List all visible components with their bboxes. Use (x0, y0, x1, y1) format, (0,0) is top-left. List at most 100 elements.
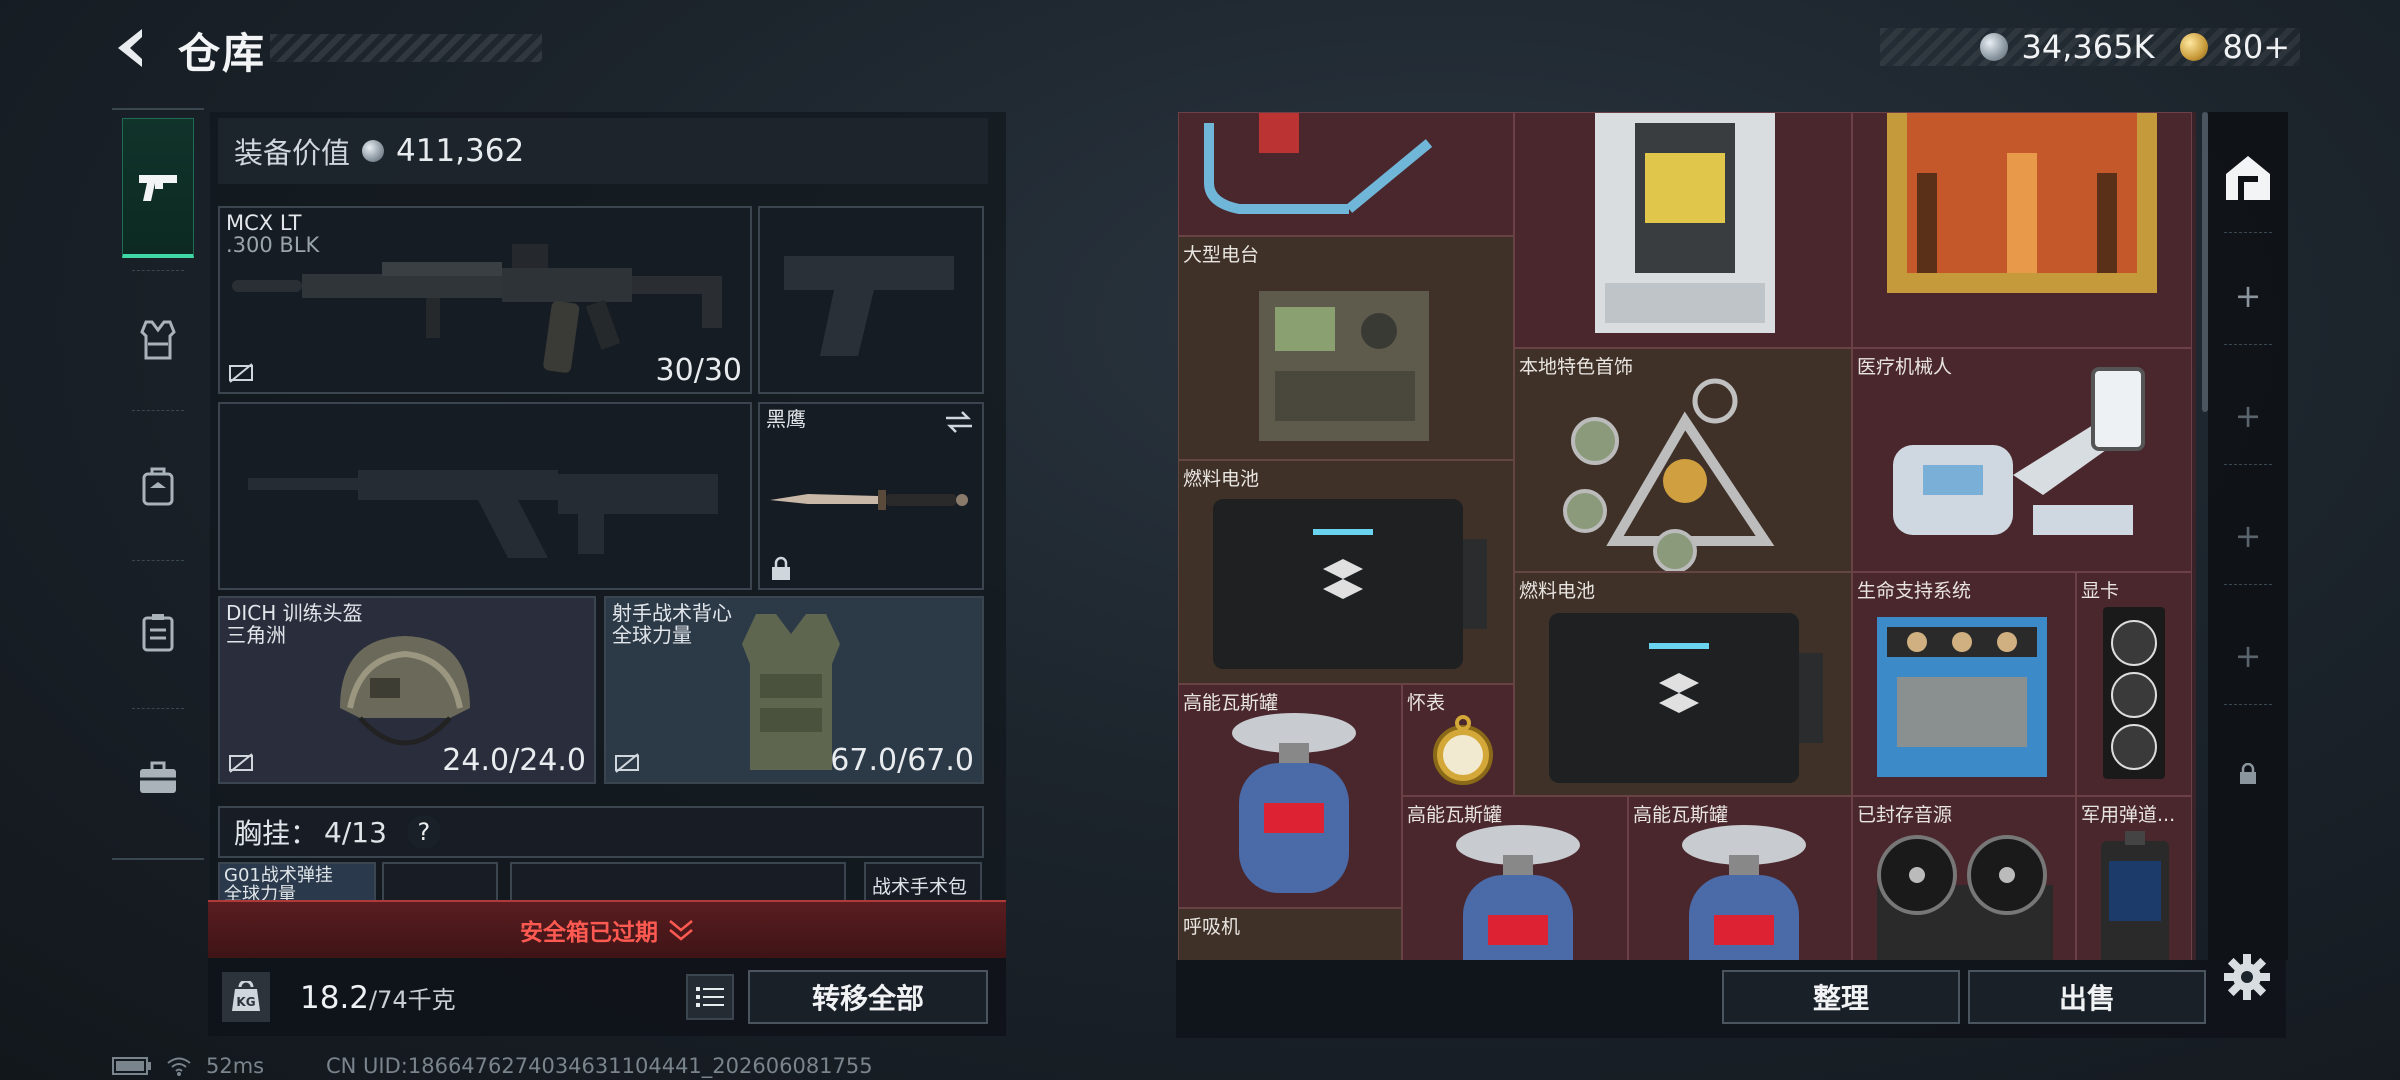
plus-icon: + (2234, 277, 2262, 315)
carry-weight: 18.2/74千克 (300, 980, 456, 1016)
tab-separator (2224, 464, 2272, 465)
no-drop-icon (229, 753, 253, 773)
tab-case[interactable] (122, 562, 194, 702)
item-name: 呼吸机 (1183, 916, 1241, 938)
stash-item[interactable]: 燃料电池 (1178, 460, 1514, 684)
chest-rig-slot[interactable]: G01战术弹挂 全球力量 (218, 862, 376, 904)
safe-box-banner[interactable]: 安全箱已过期 (208, 900, 1006, 958)
sell-button[interactable]: 出售 (1968, 970, 2206, 1024)
stash-item[interactable] (1178, 112, 1514, 236)
list-icon (696, 987, 724, 1007)
tab-separator (132, 560, 184, 561)
stash-item[interactable]: 呼吸机 (1178, 908, 1402, 960)
radio-image (1259, 291, 1429, 441)
gas-canister-image (1682, 825, 1806, 960)
gold-balance: 80+ (2222, 28, 2290, 66)
no-drop-icon (615, 753, 639, 773)
battery-icon (112, 1057, 151, 1075)
back-button[interactable] (110, 25, 156, 71)
item-name: 军用弹道... (2081, 804, 2176, 826)
stash-item[interactable]: 生命支持系统 (1852, 572, 2076, 796)
item-name: 大型电台 (1183, 244, 1260, 266)
armor-durability: 67.0/67.0 (830, 743, 974, 778)
stash-item[interactable] (1852, 112, 2192, 348)
device-image (2101, 831, 2169, 960)
item-name: 显卡 (2081, 580, 2120, 602)
stash-item[interactable]: 已封存音源 (1852, 796, 2076, 960)
ammo-count: 30/30 (655, 353, 742, 388)
stash-tab-add[interactable]: + (2216, 624, 2280, 688)
lock-icon (772, 556, 790, 580)
swap-icon[interactable] (944, 410, 974, 434)
item-name: 已封存音源 (1857, 804, 1953, 826)
settings-button[interactable] (2222, 952, 2272, 1002)
gas-canister-image (1456, 825, 1580, 960)
stash-grid: 大型电台 本地特色首饰 医疗机械人 燃料电池 燃料电池 生命支持系统 显卡 高能… (1178, 112, 2196, 960)
tab-weapons[interactable] (122, 118, 194, 258)
stash-item[interactable]: 本地特色首饰 (1514, 348, 1852, 572)
stash-item[interactable]: 怀表 (1402, 684, 1514, 796)
organize-button[interactable]: 整理 (1722, 970, 1960, 1024)
melee-name: 黑鹰 (766, 407, 806, 431)
stash-tab-locked[interactable] (2216, 742, 2280, 806)
melee-slot[interactable]: 黑鹰 (758, 402, 984, 590)
stash-home-tab[interactable] (2216, 146, 2280, 210)
help-icon[interactable]: ? (406, 815, 441, 849)
stash-page-tabs: + + + + (2208, 112, 2288, 960)
secondary-weapon-slot[interactable] (218, 402, 752, 590)
weight-icon: KG (222, 972, 270, 1022)
armor-slot[interactable]: 射手战术背心 全球力量 67.0/67.0 (604, 596, 984, 784)
armor-faction: 全球力量 (612, 623, 692, 647)
stash-tab-add[interactable]: + (2216, 384, 2280, 448)
stash-item[interactable]: 军用弹道... (2076, 796, 2192, 960)
status-bar: 52ms (112, 1054, 264, 1078)
gear-icon (2224, 954, 2270, 1000)
primary-weapon-slot[interactable]: MCX LT .300 BLK 30/30 (218, 206, 752, 394)
gpu-image (2103, 607, 2165, 779)
stash-tab-add[interactable]: + (2216, 264, 2280, 328)
plus-icon: + (2234, 637, 2262, 675)
stash-item[interactable]: 显卡 (2076, 572, 2192, 796)
stash-item[interactable]: 高能瓦斯罐 (1178, 684, 1402, 908)
silver-balance: 34,365K (2021, 28, 2155, 66)
safe-box-label: 安全箱已过期 (520, 920, 658, 946)
briefcase-icon (140, 761, 176, 793)
lock-icon (2240, 763, 2256, 784)
silver-coin-icon (1979, 33, 2008, 61)
fuel-cell-image (1213, 499, 1487, 669)
tab-briefcase[interactable] (122, 708, 194, 848)
stash-item[interactable]: 高能瓦斯罐 (1402, 796, 1628, 960)
chest-slot-label: 战术手术包 (872, 876, 968, 898)
weight-current: 18.2 (300, 980, 370, 1016)
jewelry-image (1563, 378, 1775, 571)
back-arrow-icon (118, 29, 142, 67)
tab-separator (2224, 232, 2272, 233)
list-view-button[interactable] (686, 974, 734, 1020)
stash-item[interactable]: 医疗机械人 (1852, 348, 2192, 572)
plus-icon: + (2234, 517, 2262, 555)
helmet-slot[interactable]: DICH 训练头盔 三角洲 24.0/24.0 (218, 596, 596, 784)
stash-tab-add[interactable]: + (2216, 504, 2280, 568)
stash-item[interactable]: 燃料电池 (1514, 572, 1852, 796)
stash-item[interactable]: 大型电台 (1178, 236, 1514, 460)
chest-slot-3[interactable]: 战术手术包 (864, 862, 982, 902)
wifi-icon (167, 1057, 191, 1076)
sidearm-slot[interactable] (758, 206, 984, 394)
knife-image (770, 490, 968, 510)
chest-slot-2[interactable] (510, 862, 846, 902)
stash-item[interactable] (1514, 112, 1852, 348)
chest-slot-1[interactable] (382, 862, 498, 902)
chest-rig-name: G01战术弹挂 (224, 865, 333, 886)
fuel-cell-image (1549, 613, 1823, 783)
tape-recorder-image (1877, 835, 2053, 960)
item-image (1595, 113, 1775, 333)
gold-coin-icon (2180, 33, 2209, 61)
stash-item[interactable]: 高能瓦斯罐 (1628, 796, 1852, 960)
tab-armor[interactable] (122, 270, 194, 410)
no-drop-icon (229, 363, 253, 383)
currency-bar: 34,365K 80+ (1880, 28, 2300, 66)
chest-rig-count: 4/13 (324, 815, 387, 849)
tab-backpack[interactable] (122, 416, 194, 556)
vest-icon (140, 320, 176, 360)
transfer-all-button[interactable]: 转移全部 (748, 970, 988, 1024)
